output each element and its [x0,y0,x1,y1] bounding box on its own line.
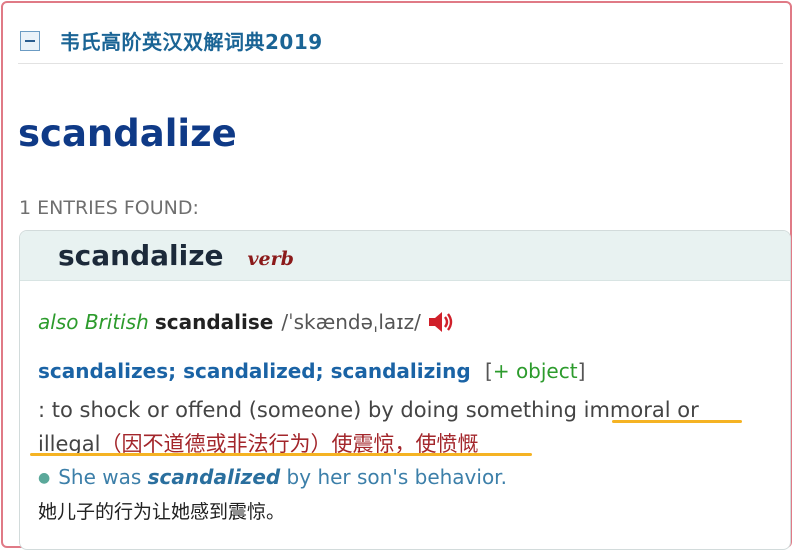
highlight-underline-2 [30,453,532,456]
variant-word: scandalise [154,310,274,334]
variant-line: also British scandalise /ˈskændəˌlaɪz/ [38,310,457,334]
page-headword: scandalize [18,112,237,155]
speaker-icon[interactable] [427,310,457,334]
dictionary-title[interactable]: 韦氏高阶英汉双解词典2019 [60,26,323,55]
entry-card: scandalize verb also British scandalise … [19,230,791,550]
example-translation: 她儿子的行为让她感到震惊。 [38,501,286,523]
header-divider [18,63,783,64]
example-emphasis: scandalized [147,465,281,489]
grammar-tag: [+ object] [485,359,586,383]
example-sentence: ● She was scandalized by her son's behavi… [38,465,507,489]
pronunciation: /ˈskændəˌlaɪz/ [281,310,421,334]
inflected-forms: scandalizes; scandalized; scandalizing [38,359,471,383]
inflected-forms-line: scandalizes; scandalized; scandalizing [… [38,359,585,383]
definition-highlight-1: immoral or [583,398,699,422]
highlight-underline-1 [612,420,742,423]
definition: : to shock or offend (someone) by doing … [38,393,778,461]
definition-en: : to shock or offend (someone) by doing … [38,398,584,422]
entry-header: scandalize verb [20,231,790,281]
variant-label: also British [38,310,149,334]
bullet-icon: ● [38,470,51,486]
dictionary-header: 韦氏高阶英汉双解词典2019 [20,26,323,55]
entry-word: scandalize [58,239,224,272]
entries-found-label: 1 ENTRIES FOUND: [19,197,199,219]
part-of-speech: verb [247,248,294,270]
collapse-minus-icon[interactable] [20,30,40,51]
